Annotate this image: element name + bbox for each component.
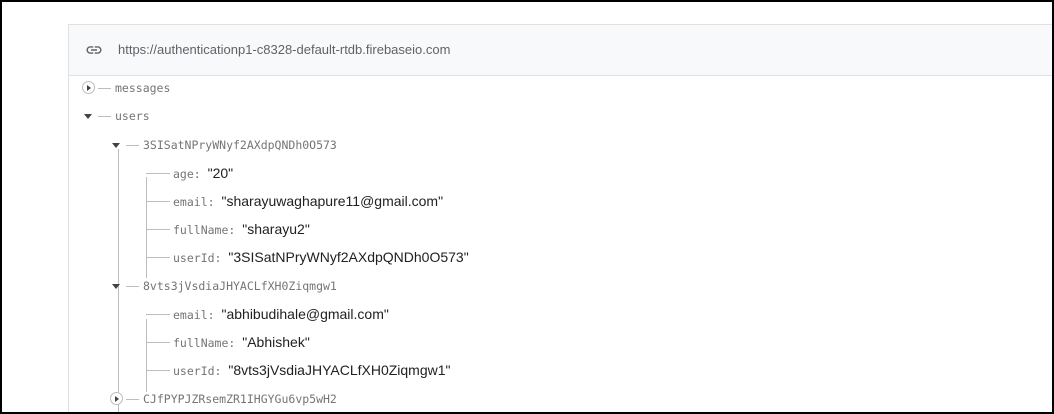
- tree-node-user[interactable]: CJfPYPJZRsemZR1IHGYGu6vp5wH2: [109, 389, 509, 409]
- field-key: email: [173, 195, 208, 209]
- field-value: "20": [207, 165, 234, 181]
- node-key: users: [115, 109, 150, 123]
- field-key: userId: [173, 251, 215, 265]
- tree-leaf-fullname[interactable]: fullName: "Abhishek": [146, 332, 646, 352]
- tree-connector: [146, 370, 170, 371]
- tree-connector: [146, 319, 147, 392]
- field-key: fullName: [173, 223, 229, 237]
- tree-connector: [146, 201, 170, 202]
- expand-icon[interactable]: [82, 81, 95, 94]
- field-key: fullName: [173, 336, 229, 350]
- field-value: "Abhishek": [242, 334, 310, 350]
- tree-connector: [146, 342, 170, 343]
- tree-leaf-fullname[interactable]: fullName: "sharayu2": [146, 219, 646, 239]
- field-value: "8vts3jVsdiaJHYACLfXH0Ziqmgw1": [228, 362, 451, 378]
- field-value: "abhibudihale@gmail.com": [221, 306, 389, 322]
- field-value: "sharayuwaghapure11@gmail.com": [221, 193, 444, 209]
- tree-leaf-age[interactable]: age: "20": [146, 163, 646, 183]
- expand-icon[interactable]: [110, 392, 123, 405]
- tree-node-user[interactable]: 8vts3jVsdiaJHYACLfXH0Ziqmgw1: [109, 276, 509, 296]
- collapse-icon[interactable]: [112, 284, 120, 289]
- tree-node-messages[interactable]: messages: [81, 78, 381, 98]
- field-key: userId: [173, 364, 215, 378]
- collapse-icon[interactable]: [112, 143, 120, 148]
- field-key: age: [173, 167, 194, 181]
- link-icon[interactable]: [83, 41, 105, 59]
- tree-connector: [126, 145, 139, 146]
- tree-leaf-email[interactable]: email: "sharayuwaghapure11@gmail.com": [146, 191, 646, 211]
- database-panel: https://authenticationp1-c8328-default-r…: [68, 24, 1052, 412]
- node-key: messages: [115, 81, 171, 95]
- tree-connector: [126, 286, 139, 287]
- tree-leaf-email[interactable]: email: "abhibudihale@gmail.com": [146, 304, 646, 324]
- node-key: 8vts3jVsdiaJHYACLfXH0Ziqmgw1: [143, 279, 337, 293]
- database-url[interactable]: https://authenticationp1-c8328-default-r…: [118, 42, 450, 57]
- screenshot-frame: https://authenticationp1-c8328-default-r…: [0, 0, 1054, 414]
- tree-connector: [98, 88, 111, 89]
- tree-connector: [98, 116, 111, 117]
- tree-leaf-userid[interactable]: userId: "3SISatNPryWNyf2AXdpQNDh0O573": [146, 247, 646, 267]
- url-bar: https://authenticationp1-c8328-default-r…: [69, 25, 1052, 76]
- data-tree: messages users 3SISatNPryWNyf2AXdpQNDh0O…: [69, 76, 1052, 412]
- tree-leaf-userid[interactable]: userId: "8vts3jVsdiaJHYACLfXH0Ziqmgw1": [146, 360, 646, 380]
- collapse-icon[interactable]: [84, 114, 92, 119]
- tree-connector: [146, 314, 170, 315]
- node-key: 3SISatNPryWNyf2AXdpQNDh0O573: [143, 138, 337, 152]
- field-value: "sharayu2": [242, 221, 310, 237]
- tree-node-user[interactable]: 3SISatNPryWNyf2AXdpQNDh0O573: [109, 135, 509, 155]
- tree-connector: [146, 229, 170, 230]
- field-value: "3SISatNPryWNyf2AXdpQNDh0O573": [228, 249, 469, 265]
- tree-connector: [146, 257, 170, 258]
- tree-connector: [146, 173, 170, 174]
- tree-node-users[interactable]: users: [81, 106, 381, 126]
- node-key: CJfPYPJZRsemZR1IHGYGu6vp5wH2: [143, 392, 337, 406]
- tree-connector: [126, 399, 139, 400]
- field-key: email: [173, 308, 208, 322]
